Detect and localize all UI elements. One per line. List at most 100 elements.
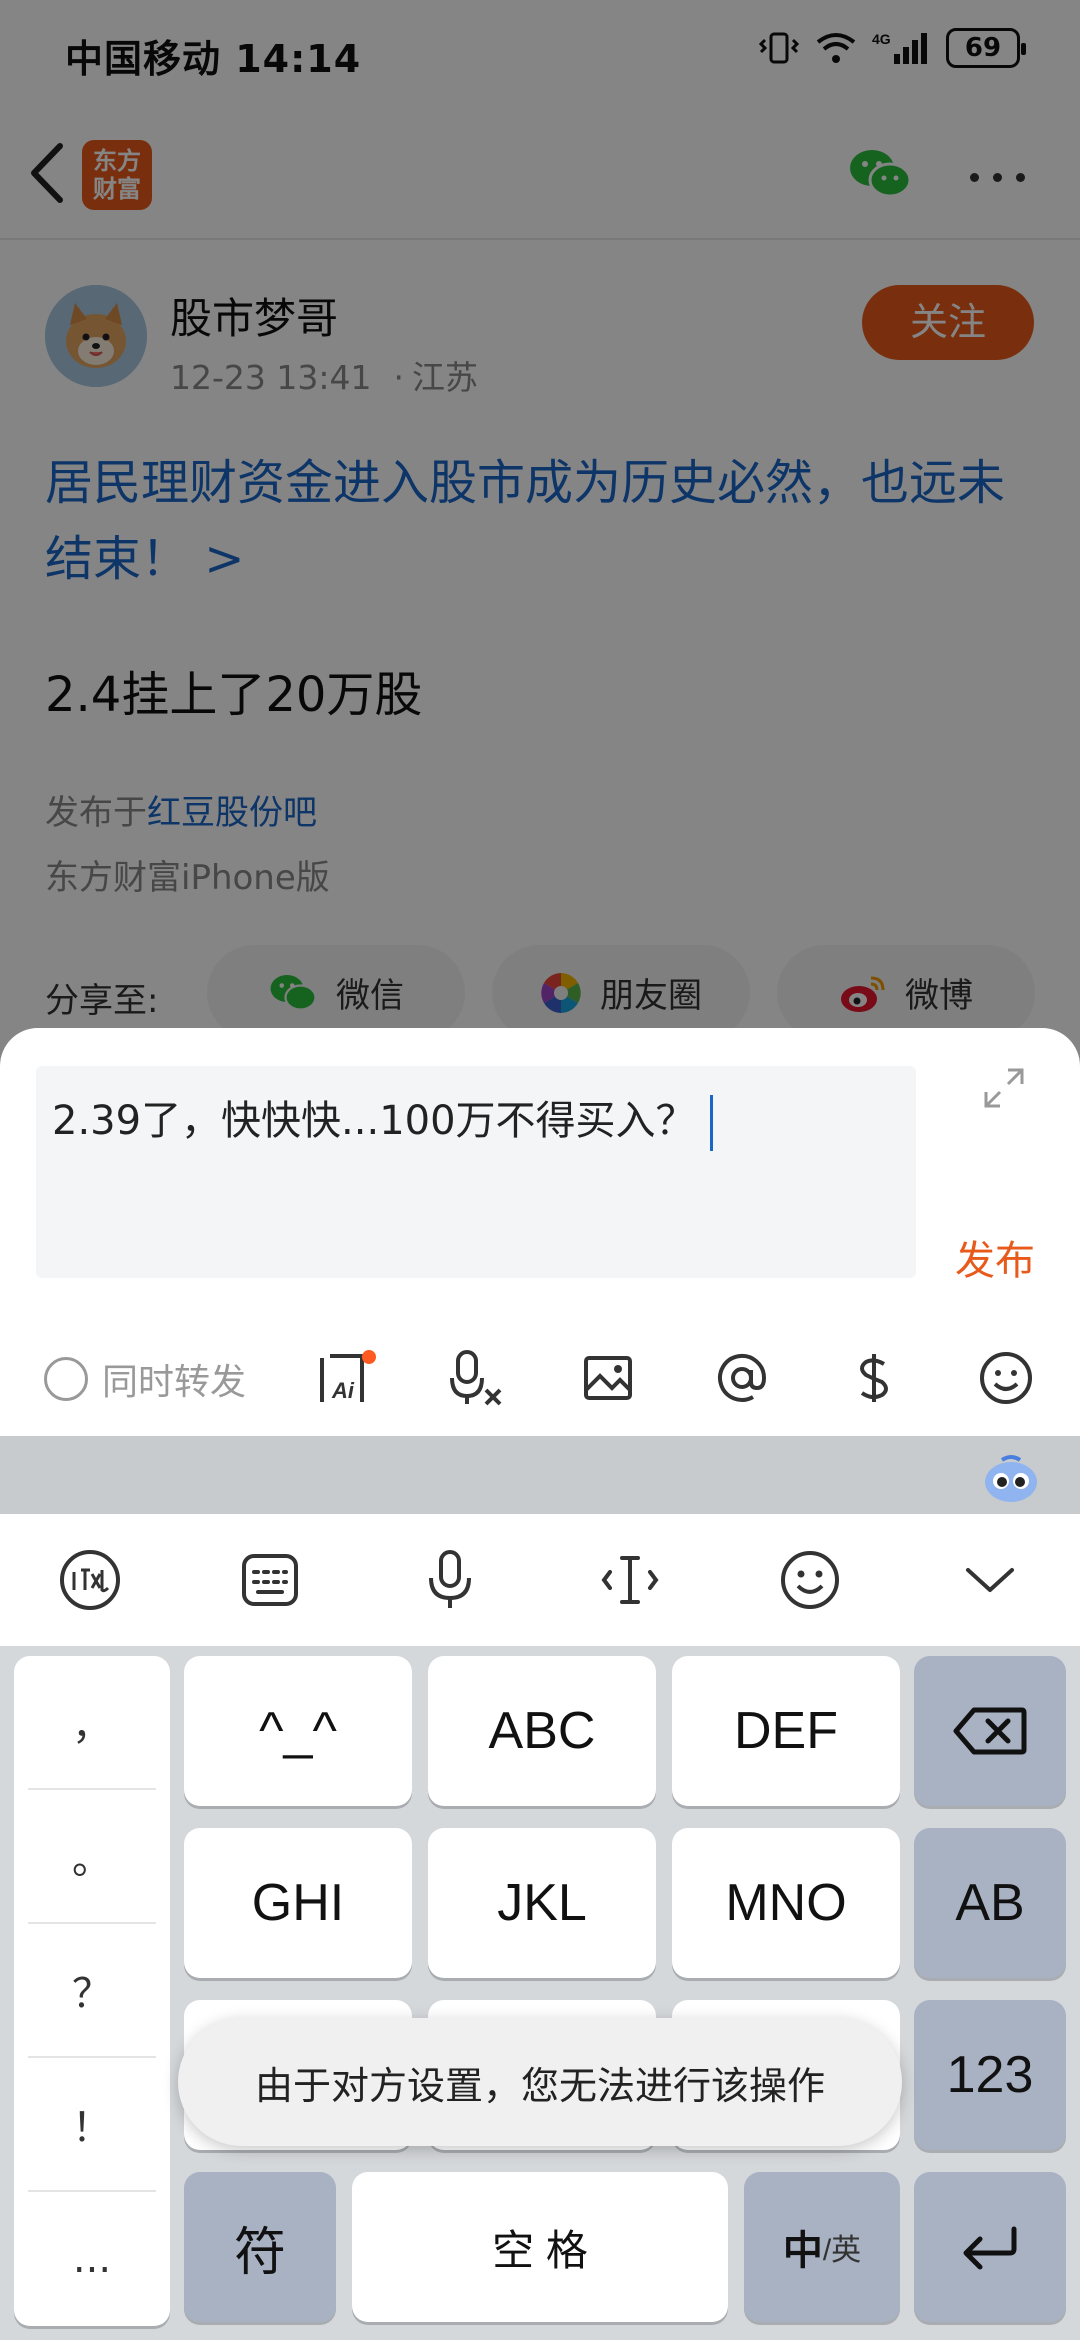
key-english-mode[interactable]: AB [914, 1828, 1066, 1978]
text-cursor-icon [601, 1556, 659, 1604]
comment-text: 2.39了，快快快...100万不得买入？ [52, 1098, 696, 1144]
wechat-icon [850, 150, 912, 198]
voice-to-text-button[interactable] [448, 1348, 508, 1408]
wechat-icon [270, 974, 317, 1011]
ask-ai-icon: Ai [320, 1350, 376, 1403]
author-name[interactable]: 股市梦哥 [170, 285, 338, 346]
more-dot-icon [993, 172, 1002, 182]
keyboard-layout-button[interactable] [234, 1544, 306, 1616]
share-weibo-button[interactable]: 微博 [777, 945, 1035, 1040]
comment-input[interactable]: 2.39了，快快快...100万不得买入？ [36, 1066, 916, 1278]
mascot-icon [985, 1455, 1037, 1502]
lang-main-label: 中 [782, 2229, 823, 2273]
status-icons: 4G 69 [758, 28, 1026, 68]
wifi-icon [816, 33, 856, 63]
post-location: 江苏 [411, 358, 478, 397]
vibrate-icon [758, 32, 800, 64]
keyboard-toolbar [0, 1514, 1080, 1646]
post-title-link[interactable]: 居民理财资金进入股市成为历史必然，也远未结束！ > [45, 445, 1045, 597]
punct-ellipsis-key[interactable]: ... [28, 2192, 156, 2326]
chevron-down-icon [966, 1568, 1014, 1592]
space-key[interactable]: 空 格 [352, 2172, 728, 2322]
status-bar: 中国移动 14:14 4G 69 [0, 0, 1080, 110]
hide-keyboard-button[interactable] [954, 1544, 1026, 1616]
dollar-icon [860, 1354, 888, 1402]
battery-level: 69 [964, 33, 1002, 63]
key-ghi[interactable]: GHI [184, 1828, 412, 1978]
follow-button[interactable]: 关注 [862, 285, 1034, 360]
key-emoticon[interactable]: ^_^ [184, 1656, 412, 1806]
back-arrow-icon [31, 143, 63, 203]
emoji-button[interactable] [976, 1348, 1036, 1408]
enter-arrow-icon [963, 2226, 1017, 2270]
stock-bar-link[interactable]: 红豆股份吧 [147, 793, 317, 833]
mention-button[interactable] [712, 1348, 772, 1408]
punctuation-column: ， 。 ？ ！ ... [14, 1656, 170, 2326]
wechat-share-button[interactable] [848, 146, 912, 202]
backspace-key[interactable] [914, 1656, 1066, 1806]
voice-input-button[interactable] [414, 1544, 486, 1616]
punct-comma-key[interactable]: ， [28, 1656, 156, 1790]
image-button[interactable] [578, 1348, 638, 1408]
share-wechat-button[interactable]: 微信 [207, 945, 465, 1040]
ime-logo-icon [60, 1550, 120, 1610]
carrier-time: 中国移动 14:14 [65, 37, 362, 81]
image-icon [584, 1356, 632, 1400]
smiley-icon [781, 1551, 839, 1609]
punct-question-key[interactable]: ？ [28, 1924, 156, 2058]
publish-button[interactable]: 发布 [955, 1228, 1035, 1286]
backspace-icon [953, 1707, 1027, 1755]
smiley-icon [980, 1352, 1032, 1404]
at-icon [718, 1353, 767, 1402]
enter-key[interactable] [914, 2172, 1066, 2322]
share-moments-button[interactable]: 朋友圈 [492, 945, 750, 1040]
keyboard-assist-bar [0, 1436, 1080, 1514]
key-abc[interactable]: ABC [428, 1656, 656, 1806]
post-origin: 发布于红豆股份吧 [45, 785, 317, 834]
comment-toolbar: 同时转发 Ai [0, 1328, 1080, 1428]
repost-label: 同时转发 [102, 1362, 247, 1403]
logo-text-bottom: 财富 [93, 175, 141, 203]
keyboard-icon [242, 1554, 298, 1606]
post-page: 中国移动 14:14 4G 69 东方 财富 股市梦哥 12-23 13:41 ·… [0, 0, 1080, 1060]
post-body: 2.4挂上了20万股 [45, 667, 423, 723]
origin-prefix: 发布于 [45, 793, 147, 833]
post-client: 东方财富iPhone版 [45, 858, 330, 898]
key-def[interactable]: DEF [672, 1656, 900, 1806]
back-button[interactable] [20, 138, 80, 208]
ask-ai-button[interactable]: Ai [316, 1348, 376, 1408]
battery-indicator: 69 [946, 28, 1026, 68]
punct-exclamation-key[interactable]: ！ [28, 2058, 156, 2192]
symbol-key[interactable]: 符 [184, 2172, 336, 2322]
expand-button[interactable] [982, 1066, 1026, 1110]
radio-circle-icon [44, 1357, 88, 1401]
ime-brand-button[interactable] [54, 1544, 126, 1616]
key-jkl[interactable]: JKL [428, 1828, 656, 1978]
nav-bar: 东方 财富 [0, 110, 1080, 240]
app-logo: 东方 财富 [82, 140, 152, 210]
dog-avatar-icon [45, 285, 147, 387]
lang-sub-label: /英 [822, 2234, 862, 2267]
weibo-icon [841, 976, 885, 1012]
svg-text:Ai: Ai [331, 1378, 355, 1403]
repost-checkbox[interactable]: 同时转发 [44, 1353, 246, 1405]
emoji-panel-button[interactable] [774, 1544, 846, 1616]
more-dot-icon [970, 172, 979, 182]
microphone-icon [429, 1550, 471, 1608]
moments-icon [541, 972, 581, 1013]
share-moments-label: 朋友圈 [600, 976, 702, 1016]
language-switch-key[interactable]: 中/英 [744, 2172, 900, 2322]
post-meta: 12-23 13:41 · 江苏 [170, 351, 478, 399]
key-number-mode[interactable]: 123 [914, 2000, 1066, 2150]
more-dot-icon [1016, 172, 1025, 182]
key-mno[interactable]: MNO [672, 1828, 900, 1978]
more-menu-button[interactable] [970, 162, 1050, 192]
author-avatar[interactable] [45, 285, 147, 387]
ime-keyboard: ， 。 ？ ！ ... ^_^ ABC DEF GHI JKL MNO AB 1… [0, 1436, 1080, 2340]
keyboard-mascot-button[interactable] [982, 1454, 1040, 1504]
cursor-move-button[interactable] [594, 1544, 666, 1616]
share-weibo-label: 微博 [905, 976, 973, 1016]
punct-period-key[interactable]: 。 [28, 1790, 156, 1924]
stock-symbol-button[interactable] [844, 1348, 904, 1408]
keyboard-keys: ， 。 ？ ！ ... ^_^ ABC DEF GHI JKL MNO AB 1… [0, 1646, 1080, 2340]
